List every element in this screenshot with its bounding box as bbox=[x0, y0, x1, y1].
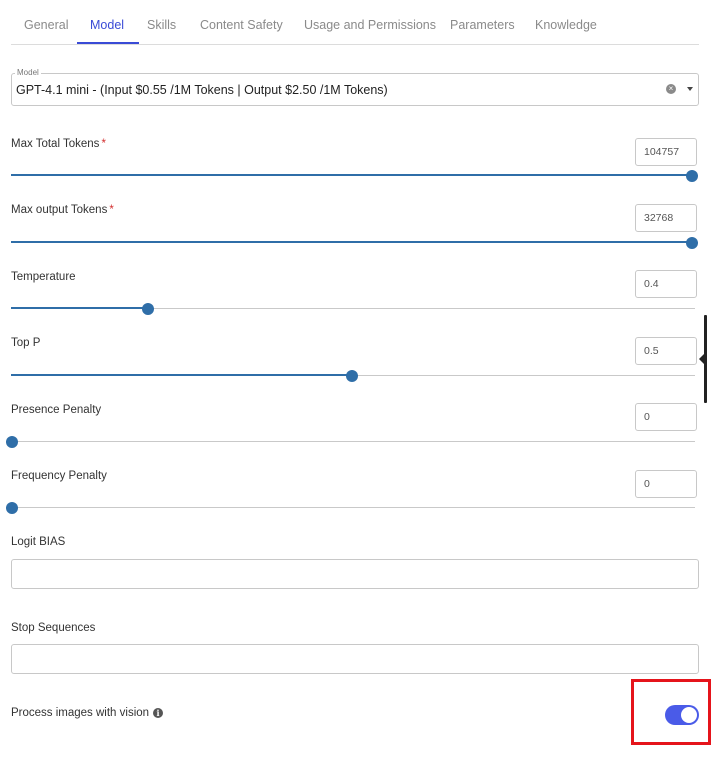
slider-thumb[interactable] bbox=[686, 170, 698, 182]
slider-thumb[interactable] bbox=[6, 502, 18, 514]
tab-general[interactable]: General bbox=[24, 18, 68, 32]
temperature-label: Temperature bbox=[11, 271, 76, 283]
info-icon[interactable]: i bbox=[153, 707, 164, 718]
clear-icon[interactable]: × bbox=[666, 84, 676, 94]
required-asterisk: * bbox=[101, 138, 106, 150]
tab-content-safety[interactable]: Content Safety bbox=[200, 18, 283, 32]
stop-sequences-input[interactable] bbox=[11, 644, 699, 674]
tab-skills[interactable]: Skills bbox=[147, 18, 176, 32]
frequency-penalty-slider[interactable] bbox=[6, 502, 695, 514]
logit-bias-input[interactable] bbox=[11, 559, 699, 589]
slider-thumb[interactable] bbox=[142, 303, 154, 315]
temperature-input[interactable]: 0.4 bbox=[635, 270, 697, 298]
max-output-tokens-label: Max output Tokens * bbox=[11, 204, 114, 216]
slider-thumb[interactable] bbox=[346, 370, 358, 382]
model-select-legend: Model bbox=[15, 68, 41, 77]
chevron-down-icon[interactable] bbox=[687, 87, 693, 91]
active-tab-indicator bbox=[77, 42, 139, 44]
max-output-tokens-input[interactable]: 32768 bbox=[635, 204, 697, 232]
frequency-penalty-label: Frequency Penalty bbox=[11, 470, 107, 482]
slider-track bbox=[11, 307, 148, 309]
max-total-tokens-label-text: Max Total Tokens bbox=[11, 138, 100, 150]
slider-thumb[interactable] bbox=[686, 237, 698, 249]
top-p-label: Top P bbox=[11, 337, 41, 349]
model-select-value: GPT-4.1 mini - (Input $0.55 /1M Tokens |… bbox=[16, 83, 388, 97]
tab-parameters[interactable]: Parameters bbox=[450, 18, 515, 32]
presence-penalty-slider[interactable] bbox=[6, 436, 695, 448]
logit-bias-label: Logit BIAS bbox=[11, 536, 66, 548]
stop-sequences-label: Stop Sequences bbox=[11, 622, 96, 634]
presence-penalty-input[interactable]: 0 bbox=[635, 403, 697, 431]
tab-bar: General Model Skills Content Safety Usag… bbox=[11, 0, 699, 45]
top-p-slider[interactable] bbox=[11, 370, 695, 382]
slider-track bbox=[11, 241, 692, 243]
presence-penalty-label: Presence Penalty bbox=[11, 404, 102, 416]
tab-usage-and-permissions[interactable]: Usage and Permissions bbox=[304, 18, 436, 32]
vision-label: Process images with vision i bbox=[11, 707, 164, 719]
top-p-input[interactable]: 0.5 bbox=[635, 337, 697, 365]
slider-rail bbox=[11, 507, 695, 508]
temperature-slider[interactable] bbox=[11, 303, 695, 315]
max-total-tokens-input[interactable]: 104757 bbox=[635, 138, 697, 166]
model-select[interactable]: GPT-4.1 mini - (Input $0.55 /1M Tokens |… bbox=[11, 73, 699, 106]
highlight-box bbox=[631, 679, 711, 745]
max-output-tokens-label-text: Max output Tokens bbox=[11, 204, 108, 216]
max-total-tokens-slider[interactable] bbox=[11, 170, 698, 182]
vision-label-text: Process images with vision bbox=[11, 707, 150, 719]
slider-rail bbox=[11, 441, 695, 442]
tab-model[interactable]: Model bbox=[90, 18, 124, 32]
required-asterisk: * bbox=[109, 204, 114, 216]
max-total-tokens-label: Max Total Tokens * bbox=[11, 138, 106, 150]
slider-track bbox=[11, 374, 352, 376]
slider-track bbox=[11, 174, 692, 176]
frequency-penalty-input[interactable]: 0 bbox=[635, 470, 697, 498]
slider-thumb[interactable] bbox=[6, 436, 18, 448]
collapse-arrow-icon[interactable] bbox=[699, 354, 704, 364]
tab-knowledge[interactable]: Knowledge bbox=[535, 18, 597, 32]
max-output-tokens-slider[interactable] bbox=[11, 237, 698, 249]
panel-resize-handle[interactable] bbox=[704, 315, 707, 403]
